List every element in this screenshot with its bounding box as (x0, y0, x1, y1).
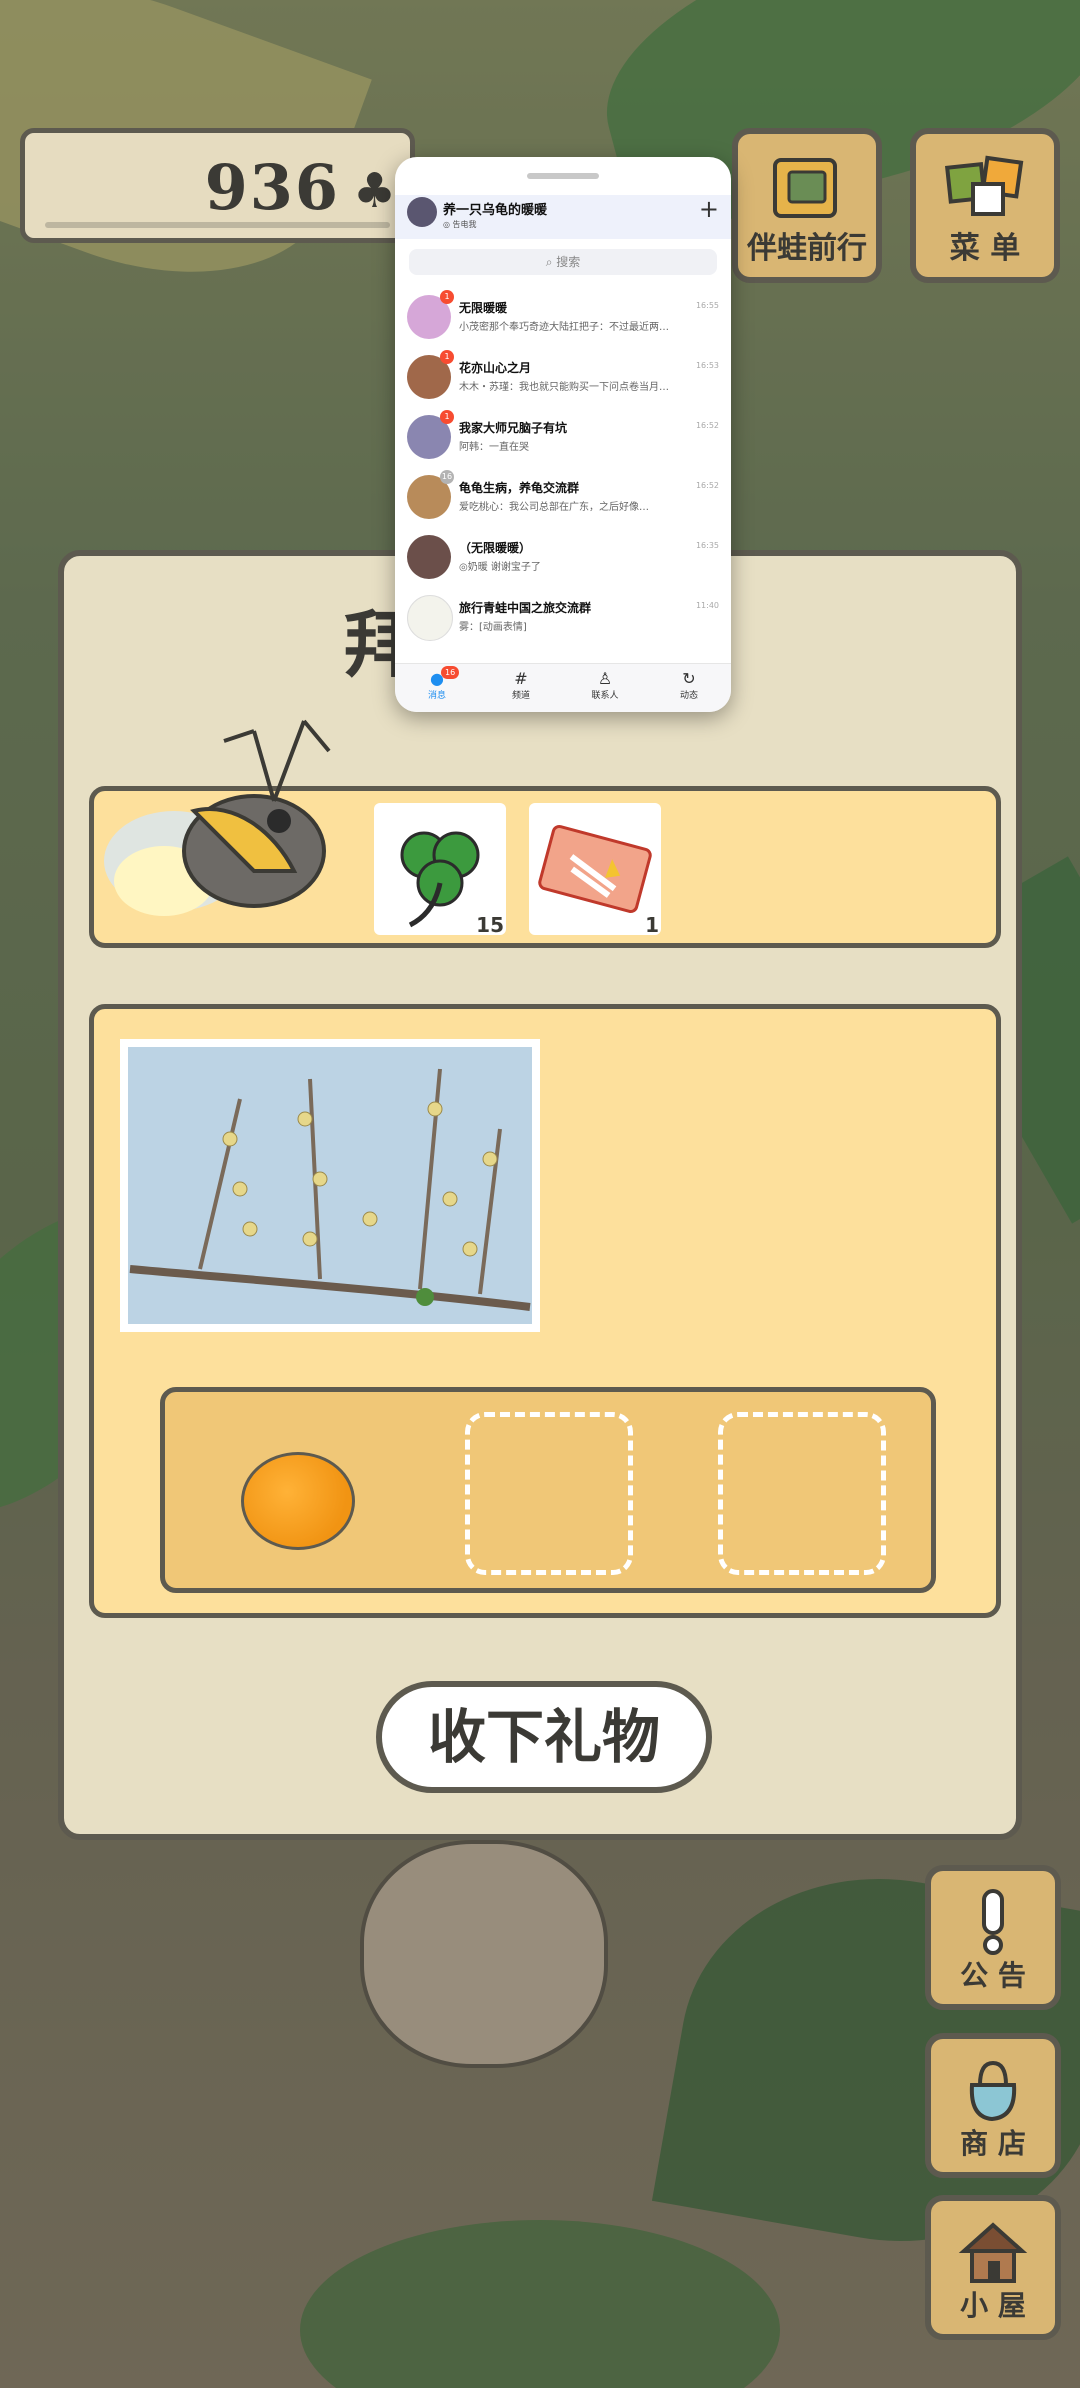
chat-list-item[interactable]: 旅行青蛙中国之旅交流群 雾：[动画表情] 11:40 (395, 585, 731, 645)
photo-icon (128, 1047, 532, 1324)
menu-label: 菜 单 (949, 231, 1021, 266)
refresh-icon: ↻ (682, 669, 696, 688)
announcement-label: 公 告 (960, 1959, 1026, 1992)
empty-gift-slot[interactable] (465, 1412, 633, 1575)
chat-preview: 阿韩：一直在哭 (459, 442, 529, 453)
search-icon: ⌕ (545, 255, 553, 269)
tab-channels[interactable]: # 频道 (479, 664, 563, 712)
tab-label: 消息 (427, 691, 446, 701)
clover-icon: ♣ (352, 163, 396, 219)
chat-preview: 木木・苏瑾：我也就只能购买一下问点卷当月… (459, 382, 669, 393)
hashtag-icon: # (514, 669, 528, 688)
received-items-row: 15 1 (89, 719, 1001, 948)
window-drag-handle[interactable] (527, 173, 599, 179)
souvenir-photo[interactable] (120, 1039, 540, 1332)
chat-title: （无限暖暖） (459, 541, 532, 555)
chat-time: 16:52 (695, 481, 719, 490)
shop-label: 商 店 (960, 2127, 1026, 2160)
tab-label: 联系人 (591, 691, 619, 701)
unread-badge: 1 (440, 290, 454, 304)
ticket-icon (538, 824, 652, 914)
chat-tab-bar: ● 消息 16 # 频道 ♙ 联系人 ↻ 动态 (395, 663, 731, 712)
person-icon: ♙ (597, 669, 613, 688)
chat-list-item[interactable]: （无限暖暖） ◎奶暖 谢谢宝子了 16:35 (395, 525, 731, 585)
tab-badge: 16 (441, 666, 460, 679)
firefly-visitor-icon (104, 719, 331, 916)
tab-feed[interactable]: ↻ 动态 (647, 664, 731, 712)
book-icon (773, 158, 837, 218)
chat-title: 我家大师兄脑子有坑 (459, 421, 568, 435)
chat-title: 无限暖暖 (459, 301, 508, 315)
chat-title: 龟龟生病，养龟交流群 (459, 481, 580, 495)
account-status[interactable]: ◎ 告电我 (443, 219, 477, 230)
plus-icon[interactable]: + (699, 197, 719, 221)
chat-preview: ◎奶暖 谢谢宝子了 (459, 562, 541, 573)
tab-label: 频道 (511, 691, 530, 701)
announcement-button[interactable]: 公 告 (925, 1865, 1061, 2010)
chat-list-item[interactable]: 1 花亦山心之月 木木・苏瑾：我也就只能购买一下问点卷当月… 16:53 (395, 345, 731, 405)
search-input[interactable]: ⌕ 搜索 (409, 249, 717, 275)
unread-badge: 1 (440, 410, 454, 424)
bag-icon (969, 2060, 1017, 2122)
gift-panel (89, 1004, 1001, 1618)
menu-button[interactable]: 菜 单 (910, 128, 1060, 283)
accept-gift-button[interactable]: 收下礼物 (376, 1681, 712, 1793)
chat-time: 11:40 (695, 601, 719, 610)
gift-slots (160, 1387, 936, 1593)
tab-label: 动态 (679, 691, 698, 701)
orange-icon[interactable] (241, 1452, 355, 1550)
floating-chat-window[interactable]: 养一只乌龟的暖暖 ◎ 告电我 + ⌕ 搜索 1 无限暖暖 小茂密那个奉巧奇迹大陆… (395, 157, 731, 712)
tab-contacts[interactable]: ♙ 联系人 (563, 664, 647, 712)
account-avatar[interactable] (407, 197, 437, 227)
empty-gift-slot[interactable] (718, 1412, 886, 1575)
clover-count: 936 (204, 151, 340, 224)
travel-with-frog-label: 伴蛙前行 (747, 231, 867, 266)
chat-bubble-icon: ● (430, 669, 444, 688)
tab-messages[interactable]: ● 消息 16 (395, 664, 479, 712)
house-label: 小 屋 (960, 2289, 1026, 2322)
search-placeholder: 搜索 (556, 255, 581, 269)
clover-counter: 936 ♣ (20, 128, 415, 243)
shop-button[interactable]: 商 店 (925, 2033, 1061, 2178)
chat-list-item[interactable]: 1 无限暖暖 小茂密那个奉巧奇迹大陆扛把子：不过最近两… 16:55 (395, 285, 731, 345)
avatar (407, 535, 451, 579)
account-name[interactable]: 养一只乌龟的暖暖 (443, 199, 547, 218)
travel-with-frog-button[interactable]: 伴蛙前行 (732, 128, 882, 283)
chat-list-item[interactable]: 16 龟龟生病，养龟交流群 爱吃桃心：我公司总部在广东，之后好像… 16:52 (395, 465, 731, 525)
chat-preview: 爱吃桃心：我公司总部在广东，之后好像… (459, 502, 649, 513)
gift-dialog: 拜 15 1 收下礼物 (58, 550, 1022, 1840)
menu-icon (945, 155, 1024, 216)
chat-time: 16:52 (695, 421, 719, 430)
item-count: 1 (645, 913, 659, 937)
unread-badge: 1 (440, 350, 454, 364)
chat-title: 花亦山心之月 (459, 361, 532, 375)
unread-badge: 16 (440, 470, 454, 484)
chat-time: 16:53 (695, 361, 719, 370)
house-button[interactable]: 小 屋 (925, 2195, 1061, 2340)
chat-preview: 小茂密那个奉巧奇迹大陆扛把子：不过最近两… (459, 322, 669, 333)
item-count: 15 (476, 913, 504, 937)
item-card-clover[interactable]: 15 (374, 803, 506, 937)
chat-time: 16:35 (695, 541, 719, 550)
item-card-ticket[interactable]: 1 (529, 803, 661, 937)
chat-preview: 雾：[动画表情] (459, 622, 527, 633)
house-icon (958, 2222, 1028, 2283)
chat-list-item[interactable]: 1 我家大师兄脑子有坑 阿韩：一直在哭 16:52 (395, 405, 731, 465)
exclamation-icon (982, 1889, 1004, 1955)
avatar (407, 595, 453, 641)
chat-time: 16:55 (695, 301, 719, 310)
chat-title: 旅行青蛙中国之旅交流群 (459, 601, 592, 615)
